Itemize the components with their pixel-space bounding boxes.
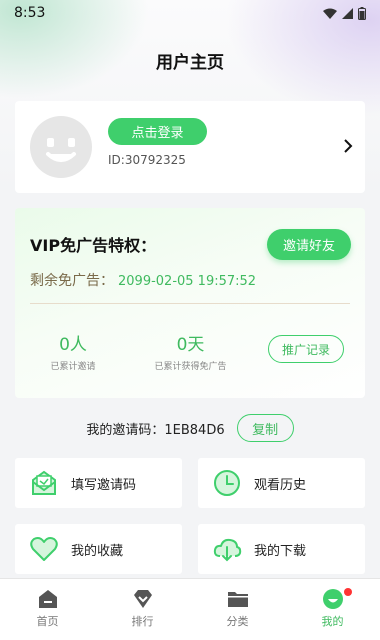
login-button[interactable]: 点击登录 (108, 118, 207, 145)
home-icon (38, 590, 57, 608)
tile-label: 观看历史 (254, 477, 307, 493)
copy-button[interactable]: 复制 (236, 414, 294, 442)
ad-free-days-label: 已累计获得免广告 (154, 362, 227, 372)
bottom-nav: 首页 排行 分类 我的 (0, 578, 380, 640)
notification-dot (343, 588, 352, 596)
invite-code-row: 我的邀请码：1EB84D6 复制 (0, 413, 380, 443)
ad-free-days-value: 0天 (176, 335, 205, 355)
avatar[interactable] (30, 116, 92, 178)
status-bar: 8:53 (0, 0, 380, 26)
chevron-right-icon[interactable] (343, 138, 353, 154)
nav-label: 排行 (131, 615, 154, 628)
remain-label: 剩余免广告： (30, 273, 114, 289)
page-title: 用户主页 (156, 53, 224, 73)
tile-favorites[interactable]: 我的收藏 (15, 524, 182, 574)
ad-free-remaining: 剩余免广告： 2099-02-05 19:57:52 (30, 270, 256, 290)
nav-label: 分类 (226, 615, 249, 628)
invite-count-stat: 0人 已累计邀请 (39, 330, 107, 372)
heart-icon (27, 532, 61, 566)
cloud-download-icon (210, 532, 244, 566)
nav-ranking[interactable]: 排行 (95, 579, 190, 640)
tile-label: 填写邀请码 (71, 477, 137, 493)
status-time: 8:53 (14, 5, 46, 21)
nav-home[interactable]: 首页 (0, 579, 95, 640)
diamond-icon (133, 590, 152, 608)
vip-title: VIP免广告特权： (30, 236, 157, 255)
tile-label: 我的收藏 (71, 543, 124, 559)
tile-watch-history[interactable]: 观看历史 (198, 458, 365, 508)
divider (30, 303, 350, 304)
nav-category[interactable]: 分类 (190, 579, 285, 640)
invite-friends-button[interactable]: 邀请好友 (267, 229, 351, 260)
folder-icon (227, 592, 248, 607)
profile-card[interactable]: 点击登录 ID:30792325 (15, 101, 365, 193)
invite-code: 我的邀请码：1EB84D6 (86, 422, 225, 438)
face-icon (322, 589, 343, 609)
vip-card: VIP免广告特权： 邀请好友 剩余免广告： 2099-02-05 19:57:52… (15, 208, 365, 398)
status-icons (323, 6, 366, 20)
ad-free-days-stat: 0天 已累计获得免广告 (143, 330, 238, 372)
battery-icon (358, 6, 366, 20)
wifi-icon (323, 8, 337, 19)
invite-count-label: 已累计邀请 (50, 362, 96, 372)
tile-label: 我的下载 (254, 543, 307, 559)
avatar-face-icon (46, 138, 76, 162)
tile-enter-invite-code[interactable]: 填写邀请码 (15, 458, 182, 508)
nav-label: 我的 (321, 615, 344, 628)
nav-mine[interactable]: 我的 (285, 579, 380, 640)
signal-icon (342, 7, 353, 19)
remain-value: 2099-02-05 19:57:52 (118, 274, 257, 289)
tile-downloads[interactable]: 我的下载 (198, 524, 365, 574)
invite-count-value: 0人 (59, 335, 87, 355)
user-id: ID:30792325 (108, 153, 186, 167)
nav-label: 首页 (36, 615, 59, 628)
promotion-records-button[interactable]: 推广记录 (268, 335, 344, 363)
mail-icon (27, 466, 61, 500)
clock-icon (210, 466, 244, 500)
